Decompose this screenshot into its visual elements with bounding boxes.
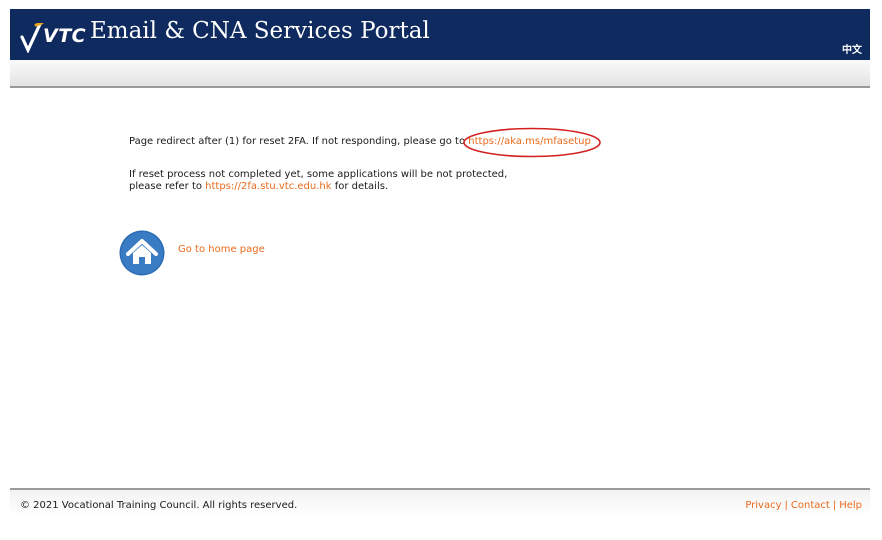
- footer-links: Privacy | Contact | Help: [745, 500, 862, 511]
- portal-title: Email & CNA Services Portal: [90, 18, 430, 44]
- footer-separator: |: [832, 500, 837, 511]
- redirect-message: Page redirect after (1) for reset 2FA. I…: [129, 127, 602, 158]
- notice-prefix: please refer to: [129, 181, 206, 192]
- main-content: Page redirect after (1) for reset 2FA. I…: [10, 90, 870, 488]
- toolbar-strip: [10, 60, 870, 88]
- vtc-logo: VTC: [20, 23, 86, 53]
- twofa-link[interactable]: https://2fa.stu.vtc.edu.hk: [205, 181, 331, 192]
- privacy-link[interactable]: Privacy: [745, 500, 781, 511]
- language-link[interactable]: 中文: [842, 41, 862, 56]
- home-page-link[interactable]: Go to home page: [178, 244, 265, 255]
- highlight-circle-icon: [463, 127, 602, 158]
- help-link[interactable]: Help: [839, 500, 862, 511]
- notice-suffix: for details.: [331, 181, 389, 192]
- logo-text: VTC: [43, 25, 87, 47]
- footer-bar: © 2021 Vocational Training Council. All …: [10, 488, 870, 517]
- mfa-link-wrap: https://aka.ms/mfasetup: [463, 127, 602, 158]
- footer-separator: |: [784, 500, 788, 511]
- header-bar: VTC Email & CNA Services Portal 中文: [10, 9, 870, 60]
- contact-link[interactable]: Contact: [791, 500, 830, 511]
- page: VTC Email & CNA Services Portal 中文 Page …: [10, 9, 870, 517]
- notice-message: If reset process not completed yet, some…: [129, 169, 507, 193]
- redirect-text: Page redirect after (1) for reset 2FA. I…: [129, 136, 469, 147]
- notice-line-1: If reset process not completed yet, some…: [129, 169, 508, 180]
- copyright-text: © 2021 Vocational Training Council. All …: [20, 500, 298, 511]
- home-icon[interactable]: [119, 230, 165, 276]
